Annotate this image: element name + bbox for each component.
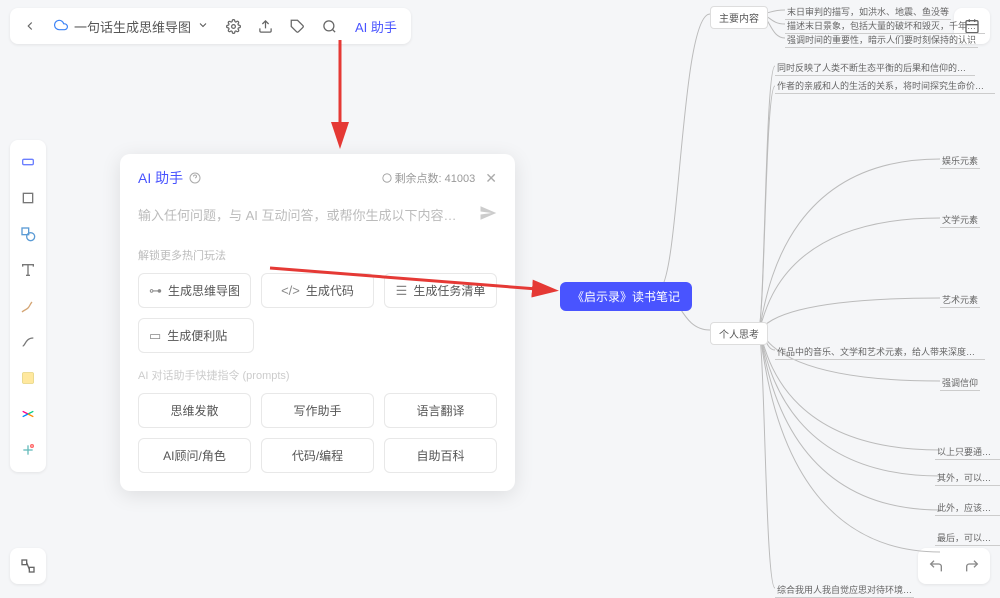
text-tool[interactable] [10, 252, 46, 288]
back-button[interactable] [14, 10, 46, 42]
mindmap-tool[interactable] [10, 396, 46, 432]
mindmap-leaf[interactable]: 娱乐元素 [940, 153, 980, 169]
mindmap-leaf[interactable]: 此外，应该生命作为整体探究… [935, 500, 1000, 516]
mindmap-leaf[interactable]: 同时反映了人类不断生态平衡的后果和信仰的重要性 [775, 60, 975, 76]
pen-tool[interactable] [10, 288, 46, 324]
ai-assistant-button[interactable]: AI 助手 [345, 17, 407, 36]
panel-title: AI 助手 [138, 168, 201, 188]
help-icon[interactable] [189, 172, 201, 184]
document-title: 一句话生成思维导图 [74, 17, 191, 36]
search-button[interactable] [313, 10, 345, 42]
prompt-wiki[interactable]: 自助百科 [384, 438, 497, 473]
mindmap-leaf[interactable]: 最后，可以帮助态度让读者对人性… [935, 530, 1000, 546]
layers-button[interactable] [10, 548, 46, 584]
left-toolbar [10, 140, 46, 472]
connector-tool[interactable] [10, 324, 46, 360]
tag-button[interactable] [281, 10, 313, 42]
sticky-icon: ▭ [149, 328, 161, 344]
mindmap-leaf[interactable]: 文学元素 [940, 212, 980, 228]
prompt-translate[interactable]: 语言翻译 [384, 393, 497, 428]
document-title-dropdown[interactable]: 一句话生成思维导图 [46, 17, 217, 36]
shape-tool[interactable] [10, 216, 46, 252]
settings-button[interactable] [217, 10, 249, 42]
sticky-note-tool[interactable] [10, 360, 46, 396]
send-button[interactable] [479, 204, 497, 227]
prompt-coding[interactable]: 代码/编程 [261, 438, 374, 473]
mindmap-leaf[interactable]: 艺术元素 [940, 292, 980, 308]
section-label: 解锁更多热门玩法 [138, 247, 497, 263]
mindmap-leaf[interactable]: 强调信仰 [940, 375, 980, 391]
prompt-diverge[interactable]: 思维发散 [138, 393, 251, 428]
chevron-down-icon [197, 19, 209, 34]
mindmap-branch-main[interactable]: 主要内容 [710, 6, 768, 29]
ai-prompt-input[interactable] [138, 208, 471, 223]
top-toolbar: 一句话生成思维导图 AI 助手 [10, 8, 411, 44]
mindmap-icon: ⊶ [149, 283, 162, 299]
mindmap-leaf[interactable]: 强调时间的重要性，暗示人们要时刻保持的认识 [785, 32, 978, 48]
chip-generate-sticky[interactable]: ▭ 生成便利贴 [138, 318, 254, 353]
chip-generate-mindmap[interactable]: ⊶ 生成思维导图 [138, 273, 251, 308]
mindmap-leaf[interactable]: 其外，可以通过灵魂会引发情绪共鸣… [935, 470, 1000, 486]
mindmap-leaf[interactable]: 作者的亲戚和人的生活的关系，将时间探究生命价值的思考疑问是呈在读者眼前 [775, 78, 995, 94]
select-tool[interactable] [10, 144, 46, 180]
prompt-section-label: AI 对话助手快捷指令 (prompts) [138, 367, 497, 383]
mindmap-leaf[interactable]: 综合我用人我自觉应思对待环境… [775, 582, 914, 598]
prompt-role[interactable]: AI顾问/角色 [138, 438, 251, 473]
close-button[interactable]: ✕ [485, 170, 497, 187]
credits-indicator: 剩余点数: 41003 [382, 170, 476, 186]
more-tools[interactable] [10, 432, 46, 468]
prompt-write[interactable]: 写作助手 [261, 393, 374, 428]
mindmap-leaf[interactable]: 以上只要通过艺术形式的音乐、文学等艺 [935, 444, 1000, 460]
chip-generate-code[interactable]: </> 生成代码 [261, 273, 374, 308]
mindmap-branch-think[interactable]: 个人思考 [710, 322, 768, 345]
mindmap-canvas[interactable]: 《启示录》读书笔记 主要内容 个人思考 末日审判的描写，如洪水、地震、鱼没等 描… [540, 0, 1000, 594]
cloud-icon [54, 18, 68, 35]
ai-assistant-panel: AI 助手 剩余点数: 41003 ✕ 解锁更多热门玩法 ⊶ 生成思维导图 </… [120, 154, 515, 491]
mindmap-root-node[interactable]: 《启示录》读书笔记 [560, 282, 692, 311]
chip-generate-tasklist[interactable]: ☰ 生成任务清单 [384, 273, 497, 308]
tasklist-icon: ☰ [396, 283, 408, 299]
code-icon: </> [281, 283, 300, 298]
frame-tool[interactable] [10, 180, 46, 216]
export-button[interactable] [249, 10, 281, 42]
mindmap-leaf[interactable]: 作品中的音乐、文学和艺术元素，给人带来深度的情绪验证 [775, 344, 985, 360]
